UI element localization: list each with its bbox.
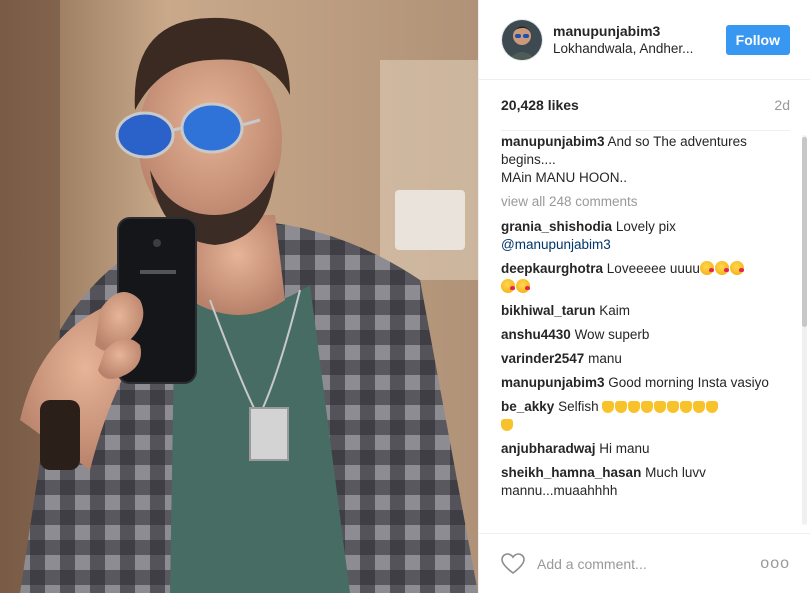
thumbs-down-emoji-icon <box>693 401 706 413</box>
comment-text: manu <box>588 351 622 366</box>
thumbs-down-emoji-icon <box>706 401 719 413</box>
post-header: manupunjabim3 Lokhandwala, Andher... Fol… <box>479 0 810 80</box>
avatar[interactable] <box>501 18 543 61</box>
comment-item: anshu4430 Wow superb <box>501 326 790 344</box>
view-all-comments-link[interactable]: view all 248 comments <box>501 193 790 211</box>
thumbs-down-emoji-icon <box>615 401 628 413</box>
comment-item: bikhiwal_tarun Kaim <box>501 302 790 320</box>
post-details-panel: manupunjabim3 Lokhandwala, Andher... Fol… <box>478 0 810 593</box>
thumbs-down-emoji-icon <box>667 401 680 413</box>
comment-item: varinder2547 manu <box>501 350 790 368</box>
mention-link[interactable]: @manupunjabim3 <box>501 237 611 252</box>
comment-username[interactable]: be_akky <box>501 399 554 414</box>
comment-username[interactable]: grania_shishodia <box>501 219 612 234</box>
kissing-heart-emoji-icon <box>729 261 744 275</box>
kissing-heart-emoji-icon <box>714 261 729 275</box>
likes-row: 20,428 likes 2d <box>479 80 810 130</box>
post-header-text: manupunjabim3 Lokhandwala, Andher... <box>553 22 726 58</box>
comment-username[interactable]: anjubharadwaj <box>501 441 596 456</box>
selfie-image <box>0 0 478 593</box>
heart-like-icon[interactable] <box>501 552 525 575</box>
caption-text-line2: MAin MANU HOON.. <box>501 170 628 185</box>
comment-text: Wow superb <box>574 327 650 342</box>
comment-username[interactable]: bikhiwal_tarun <box>501 303 596 318</box>
thumbs-down-emoji-icon <box>501 419 513 431</box>
comment-username[interactable]: sheikh_hamna_hasan <box>501 465 641 480</box>
comments-scrollbar-thumb[interactable] <box>802 137 807 327</box>
post-photo[interactable] <box>0 0 478 593</box>
post-location[interactable]: Lokhandwala, Andher... <box>553 40 713 58</box>
likes-count[interactable]: 20,428 likes <box>501 97 579 113</box>
divider <box>501 130 790 131</box>
comment-username[interactable]: deepkaurghotra <box>501 261 603 276</box>
comment-item: be_akky Selfish <box>501 398 790 434</box>
comment-item: grania_shishodia Lovely pix @manupunjabi… <box>501 218 790 254</box>
avatar-image-icon <box>502 19 542 60</box>
comment-item: sheikh_hamna_hasan Much luvv mannu...mua… <box>501 464 790 500</box>
post-username[interactable]: manupunjabim3 <box>553 22 726 40</box>
comment-text: Lovely pix <box>615 219 676 234</box>
kissing-heart-emoji-icon <box>699 261 714 275</box>
comment-text: Kaim <box>599 303 631 318</box>
comment-item: deepkaurghotra Loveeeee uuuu <box>501 260 790 296</box>
kissing-heart-emoji-icon <box>516 279 530 293</box>
add-comment-input[interactable]: Add a comment... <box>537 556 760 572</box>
comment-username[interactable]: varinder2547 <box>501 351 584 366</box>
comment-text: Loveeeee uuuu <box>606 261 700 276</box>
comment-text: Selfish <box>558 399 599 414</box>
follow-button[interactable]: Follow <box>725 24 790 55</box>
comment-item: anjubharadwaj Hi manu <box>501 440 790 458</box>
comment-username[interactable]: anshu4430 <box>501 327 571 342</box>
caption: manupunjabim3 And so The adventures begi… <box>501 133 790 187</box>
thumbs-down-emoji-icon <box>641 401 654 413</box>
comment-footer: Add a comment... ooo <box>479 533 810 593</box>
post-age[interactable]: 2d <box>774 97 790 113</box>
thumbs-down-emoji-icon <box>602 401 615 413</box>
comment-item: manupunjabim3 Good morning Insta vasiyo <box>501 374 790 392</box>
comment-text: Hi manu <box>599 441 650 456</box>
thumbs-down-emoji-icon <box>628 401 641 413</box>
comments-list[interactable]: manupunjabim3 And so The adventures begi… <box>501 133 790 528</box>
kissing-heart-emoji-icon <box>501 279 515 293</box>
more-options-icon[interactable]: ooo <box>760 555 790 573</box>
thumbs-down-emoji-icon <box>680 401 693 413</box>
thumbs-down-emoji-icon <box>654 401 667 413</box>
comment-text: Good morning Insta vasiyo <box>608 375 769 390</box>
caption-username[interactable]: manupunjabim3 <box>501 134 605 149</box>
comment-username[interactable]: manupunjabim3 <box>501 375 605 390</box>
